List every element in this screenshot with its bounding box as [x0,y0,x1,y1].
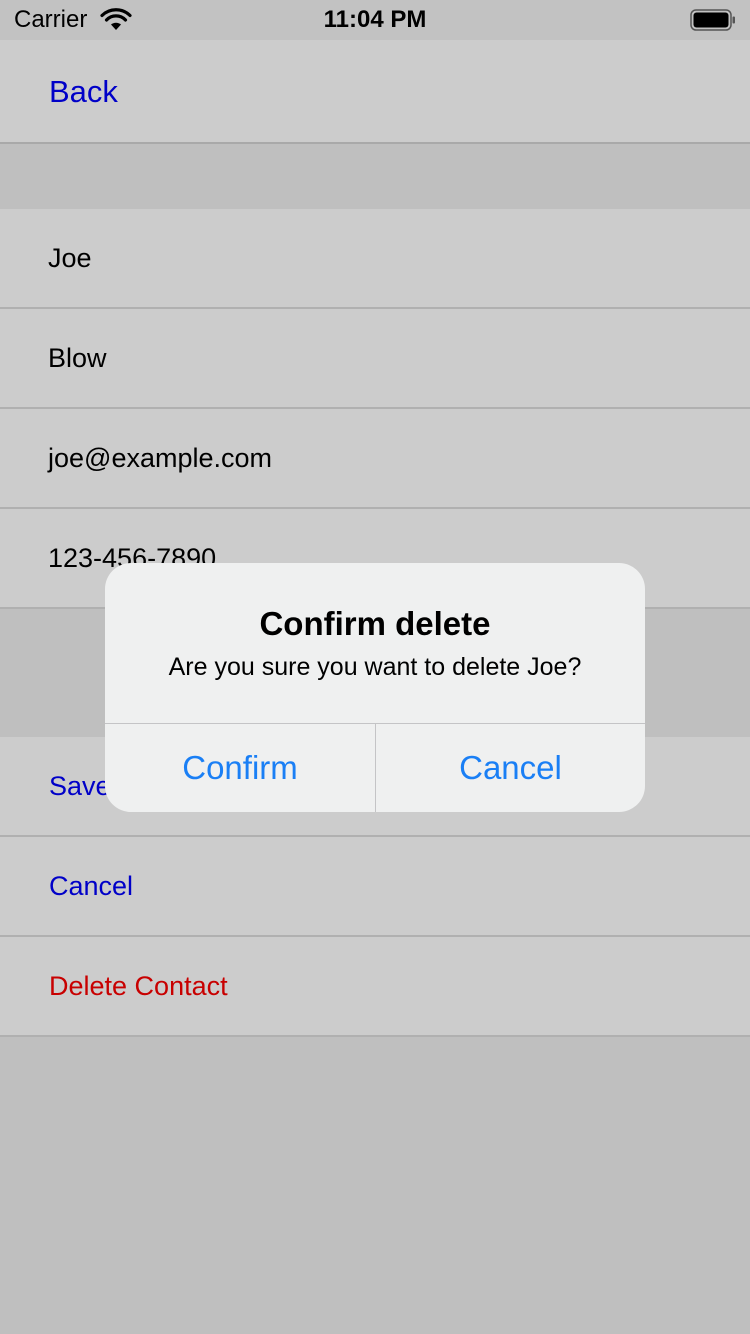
save-label: Save [49,771,111,801]
alert-confirm-button[interactable]: Confirm [105,724,375,812]
battery-icon [690,9,735,31]
delete-contact-button[interactable]: Delete Contact [0,937,750,1037]
status-bar: Carrier 11:04 PM [0,0,750,40]
back-button[interactable]: Back [49,74,118,110]
status-time: 11:04 PM [323,6,427,33]
first-name-value: Joe [48,243,92,273]
alert-cancel-button[interactable]: Cancel [376,724,645,812]
confirm-delete-alert: Confirm delete Are you sure you want to … [105,563,645,812]
email-field[interactable]: joe@example.com [0,409,750,509]
cancel-label: Cancel [49,871,134,901]
navigation-bar: Back [0,40,750,144]
alert-title: Confirm delete [259,605,491,642]
alert-message: Are you sure you want to delete Joe? [168,653,582,681]
last-name-value: Blow [48,343,107,373]
cancel-button[interactable]: Cancel [0,837,750,937]
last-name-field[interactable]: Blow [0,309,750,409]
delete-contact-label: Delete Contact [49,971,228,1001]
email-value: joe@example.com [48,443,273,473]
first-name-field[interactable]: Joe [0,209,750,309]
